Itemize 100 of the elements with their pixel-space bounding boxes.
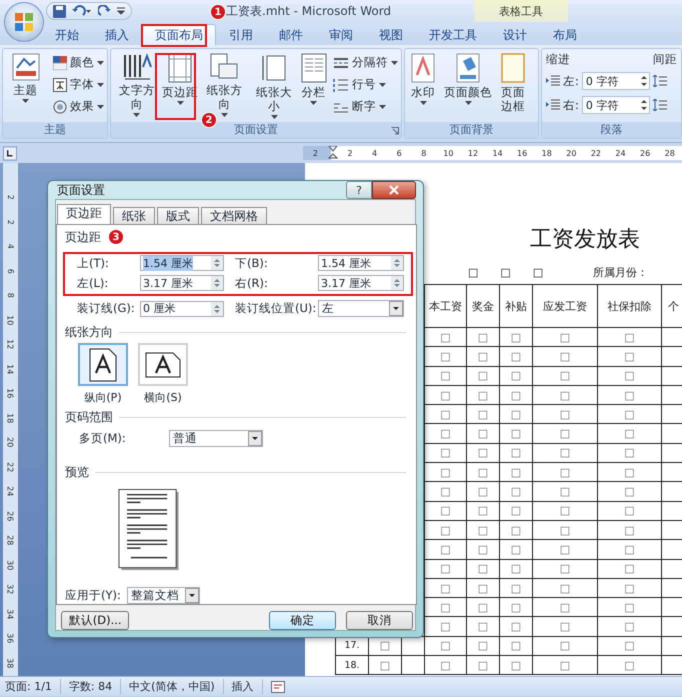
proofing-icon[interactable]: [270, 680, 285, 692]
caret-icon: [97, 82, 104, 86]
ribbon-tab[interactable]: 邮件: [266, 24, 316, 45]
field-label: 装订线(G):: [77, 301, 136, 316]
indent-marker-icon[interactable]: [328, 146, 338, 160]
highlight-frame: [155, 53, 196, 120]
dialog-button[interactable]: 确定: [269, 611, 336, 630]
indent-field[interactable]: 0 字符: [582, 96, 650, 114]
customize-icon[interactable]: [117, 7, 125, 15]
ribbon-button[interactable]: 页面边框: [498, 51, 528, 113]
save-icon[interactable]: [53, 4, 66, 18]
margin-field[interactable]: 3.17 厘米: [140, 275, 224, 291]
table-cell: □: [467, 347, 500, 367]
table-cell: □: [467, 482, 500, 502]
dialog-tab[interactable]: 文档网格: [201, 207, 267, 224]
field-label: 上(T):: [77, 256, 110, 270]
table-cell: □: [467, 598, 500, 618]
status-item: 插入: [232, 679, 263, 694]
ribbon-button[interactable]: 字体: [53, 75, 104, 94]
ruler-number: 2: [5, 194, 16, 200]
ribbon-button[interactable]: 纸张大小: [250, 51, 298, 119]
portrait-page-icon: [89, 348, 117, 382]
ruler-number: 6: [5, 268, 16, 274]
ribbon-tab[interactable]: 审阅: [316, 24, 366, 45]
gutter-field[interactable]: 0 厘米: [140, 300, 224, 316]
table-cell: □: [500, 405, 533, 424]
ribbon-button[interactable]: 分隔符: [333, 53, 398, 72]
group-title: 页面背景: [405, 122, 538, 138]
section-heading: 纸张方向: [65, 324, 113, 340]
margin-field[interactable]: 3.17 厘米: [318, 275, 404, 291]
margin-field[interactable]: 1.54 厘米: [318, 255, 404, 271]
table-cell: □: [500, 520, 533, 540]
ribbon-button[interactable]: 文字方向: [114, 51, 160, 117]
dialog-button[interactable]: 默认(D)...: [61, 611, 130, 630]
table-cell: □: [598, 502, 662, 521]
ribbon-button[interactable]: 行号: [333, 75, 398, 94]
ribbon-button[interactable]: 主题: [6, 51, 45, 103]
ribbon-button[interactable]: 分栏: [300, 51, 327, 105]
ribbon-tab[interactable]: 插入: [92, 24, 142, 45]
ruler-number: 4: [5, 244, 16, 249]
table-cell: □: [467, 502, 500, 521]
dialog-tab[interactable]: 版式: [157, 207, 199, 224]
color-swatch-icon: [53, 56, 67, 70]
caret-icon: [97, 104, 104, 108]
help-button[interactable]: ?: [346, 181, 372, 199]
spinner-icon[interactable]: [640, 99, 647, 111]
spinner-icon[interactable]: [640, 75, 647, 87]
close-button[interactable]: [372, 181, 416, 199]
indent-field[interactable]: 0 字符: [582, 72, 650, 90]
orientation-option[interactable]: [138, 343, 188, 386]
caret-icon: [391, 60, 398, 64]
gutter-position-dropdown[interactable]: 左: [318, 300, 404, 317]
field-label: 下(B):: [235, 256, 269, 270]
ruler-number: 20: [565, 148, 578, 158]
undo-icon[interactable]: [72, 5, 92, 17]
ruler-number: 30: [5, 560, 16, 570]
indent-icon: [546, 99, 560, 111]
ribbon-tab[interactable]: 布局: [540, 24, 590, 45]
ruler-number: 24: [5, 486, 16, 496]
ribbon-tab[interactable]: 开发工具: [416, 24, 490, 45]
ribbon-tab[interactable]: 视图: [366, 24, 416, 45]
table-cell: □: [598, 636, 662, 656]
table-cell: □: [467, 444, 500, 464]
table-cell: □: [500, 463, 533, 482]
ruler-number: 18: [540, 148, 553, 158]
redo-icon[interactable]: [98, 5, 111, 17]
ribbon-tab[interactable]: 设计: [490, 24, 540, 45]
caret-icon: [97, 60, 104, 64]
ruler-number: 10: [5, 314, 16, 325]
table-cell: □: [467, 520, 500, 540]
apply-to-dropdown[interactable]: 整篇文档: [126, 587, 200, 604]
table-cell: □: [425, 502, 467, 521]
tab-selector-icon[interactable]: [3, 146, 18, 160]
dialog-tab[interactable]: 纸张: [113, 207, 155, 224]
office-button[interactable]: [4, 2, 44, 42]
context-tab-group: 表格工具: [474, 0, 568, 22]
ribbon-button[interactable]: 效果: [53, 97, 104, 116]
ruler-number: 14: [491, 148, 504, 158]
ribbon-tab[interactable]: 引用: [216, 24, 266, 45]
dialog-launcher-icon[interactable]: [391, 127, 399, 135]
ribbon-button[interactable]: 颜色: [53, 53, 104, 72]
multiple-pages-dropdown[interactable]: 普通: [169, 430, 263, 447]
ribbon-button[interactable]: 页面颜色: [440, 51, 496, 105]
ruler-number: 16: [5, 388, 16, 398]
table-cell: □: [598, 598, 662, 618]
ribbon-button[interactable]: 断字: [333, 97, 398, 116]
ribbon-tab[interactable]: 开始: [42, 24, 92, 45]
orientation-option[interactable]: [78, 343, 128, 386]
orientation-icon: [209, 53, 240, 81]
effects-icon: [53, 100, 67, 114]
ruler-number: 12: [5, 339, 16, 350]
dialog-tab[interactable]: 页边距: [57, 204, 111, 224]
table-cell: □: [425, 617, 467, 637]
margin-field[interactable]: 1.54 厘米: [140, 255, 224, 271]
column-header: 社保扣除: [598, 285, 662, 328]
dialog-button[interactable]: 取消: [346, 611, 413, 630]
ribbon-button[interactable]: 水印: [408, 51, 438, 105]
page-color-icon: [454, 53, 482, 83]
ruler-number: 32: [5, 584, 16, 594]
table-cell: □: [425, 386, 467, 406]
